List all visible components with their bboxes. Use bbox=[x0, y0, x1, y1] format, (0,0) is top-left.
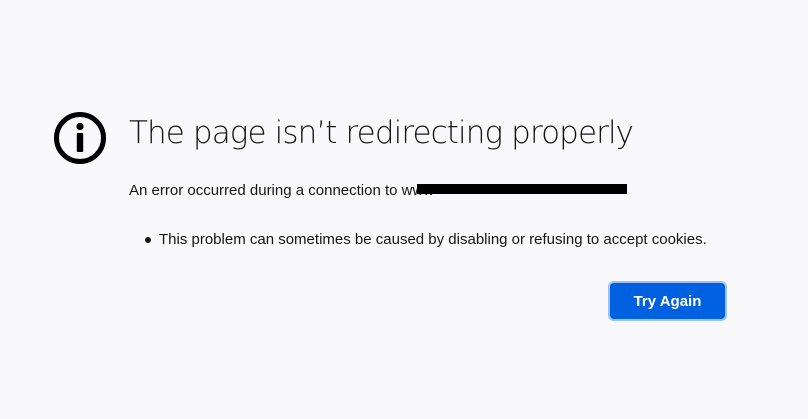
redaction-bar bbox=[417, 184, 627, 194]
reason-text: This problem can sometimes be caused by … bbox=[159, 231, 707, 248]
info-icon bbox=[54, 112, 106, 164]
reasons-list: This problem can sometimes be caused by … bbox=[145, 230, 707, 250]
bullet-icon bbox=[145, 237, 151, 243]
try-again-button[interactable]: Try Again bbox=[610, 283, 725, 319]
list-item: This problem can sometimes be caused by … bbox=[145, 230, 707, 250]
page-title: The page isn’t redirecting properly bbox=[129, 115, 634, 151]
error-description: An error occurred during a connection to… bbox=[129, 182, 435, 199]
error-page: The page isn’t redirecting properly An e… bbox=[0, 0, 808, 419]
